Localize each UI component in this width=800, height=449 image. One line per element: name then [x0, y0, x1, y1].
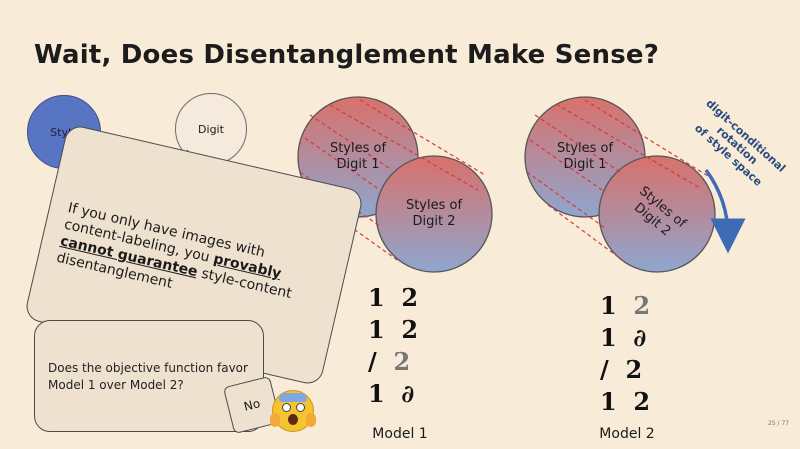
answer-text: No — [242, 396, 262, 414]
model2-digit-one: 1 — [600, 291, 617, 320]
question-text: Does the objective function favor Model … — [48, 361, 248, 392]
model1-digit-two: ∂ — [401, 379, 415, 408]
model1-digit-one: / — [368, 347, 377, 376]
model1-digit-row: 1 ∂ — [368, 378, 428, 410]
model1-digit-one: 1 — [368, 315, 385, 344]
model2-digit-two: 2 — [625, 355, 643, 384]
model1-digit-row: 1 2 — [368, 314, 428, 346]
model1-digit2-label-line2: Digit 2 — [412, 214, 456, 229]
model1-digit1-label-line2: Digit 1 — [336, 157, 380, 172]
model2-digit1-label: Styles of Digit 1 — [545, 141, 625, 173]
model2-digit-row: / 2 — [600, 354, 660, 386]
model2-digit-row: 1 2 — [600, 290, 660, 322]
model2-digit1-label-line2: Digit 1 — [563, 157, 607, 172]
model1-digit1-label: Styles of Digit 1 — [318, 141, 398, 173]
model1-label: Model 1 — [372, 426, 428, 442]
model2-digit-two: 2 — [633, 387, 651, 416]
screaming-face-emoji-icon — [270, 390, 316, 432]
model2-digit-two: 2 — [633, 291, 651, 320]
model2-digit1-label-line1: Styles of — [556, 141, 614, 156]
model2-digit-two: ∂ — [633, 323, 647, 352]
page-number: 25 / 77 — [768, 420, 790, 427]
model1-digit-two: 2 — [401, 315, 419, 344]
model2-label: Model 2 — [599, 426, 655, 442]
model2-digit-samples: 1 2 1 ∂ / 2 1 2 — [600, 290, 660, 418]
model2-digit-row: 1 ∂ — [600, 322, 660, 354]
model1-digit2-label: Styles of Digit 2 — [394, 198, 474, 230]
model1-digit2-label-line1: Styles of — [405, 198, 463, 213]
model1-digit-row: 1 2 — [368, 282, 428, 314]
model1-digit1-label-line1: Styles of — [329, 141, 387, 156]
model2-digit-row: 1 2 — [600, 386, 660, 418]
model1-digit-two: 2 — [401, 283, 419, 312]
model2-digit-one: 1 — [600, 387, 617, 416]
model1-digit-samples: 1 2 1 2 / 2 1 ∂ — [368, 282, 428, 410]
model2-digit-one: / — [600, 355, 609, 384]
model1-digit-one: 1 — [368, 379, 385, 408]
model1-digit-two: 2 — [393, 347, 411, 376]
model2-digit-one: 1 — [600, 323, 617, 352]
model1-digit-one: 1 — [368, 283, 385, 312]
model1-digit-row: / 2 — [368, 346, 428, 378]
